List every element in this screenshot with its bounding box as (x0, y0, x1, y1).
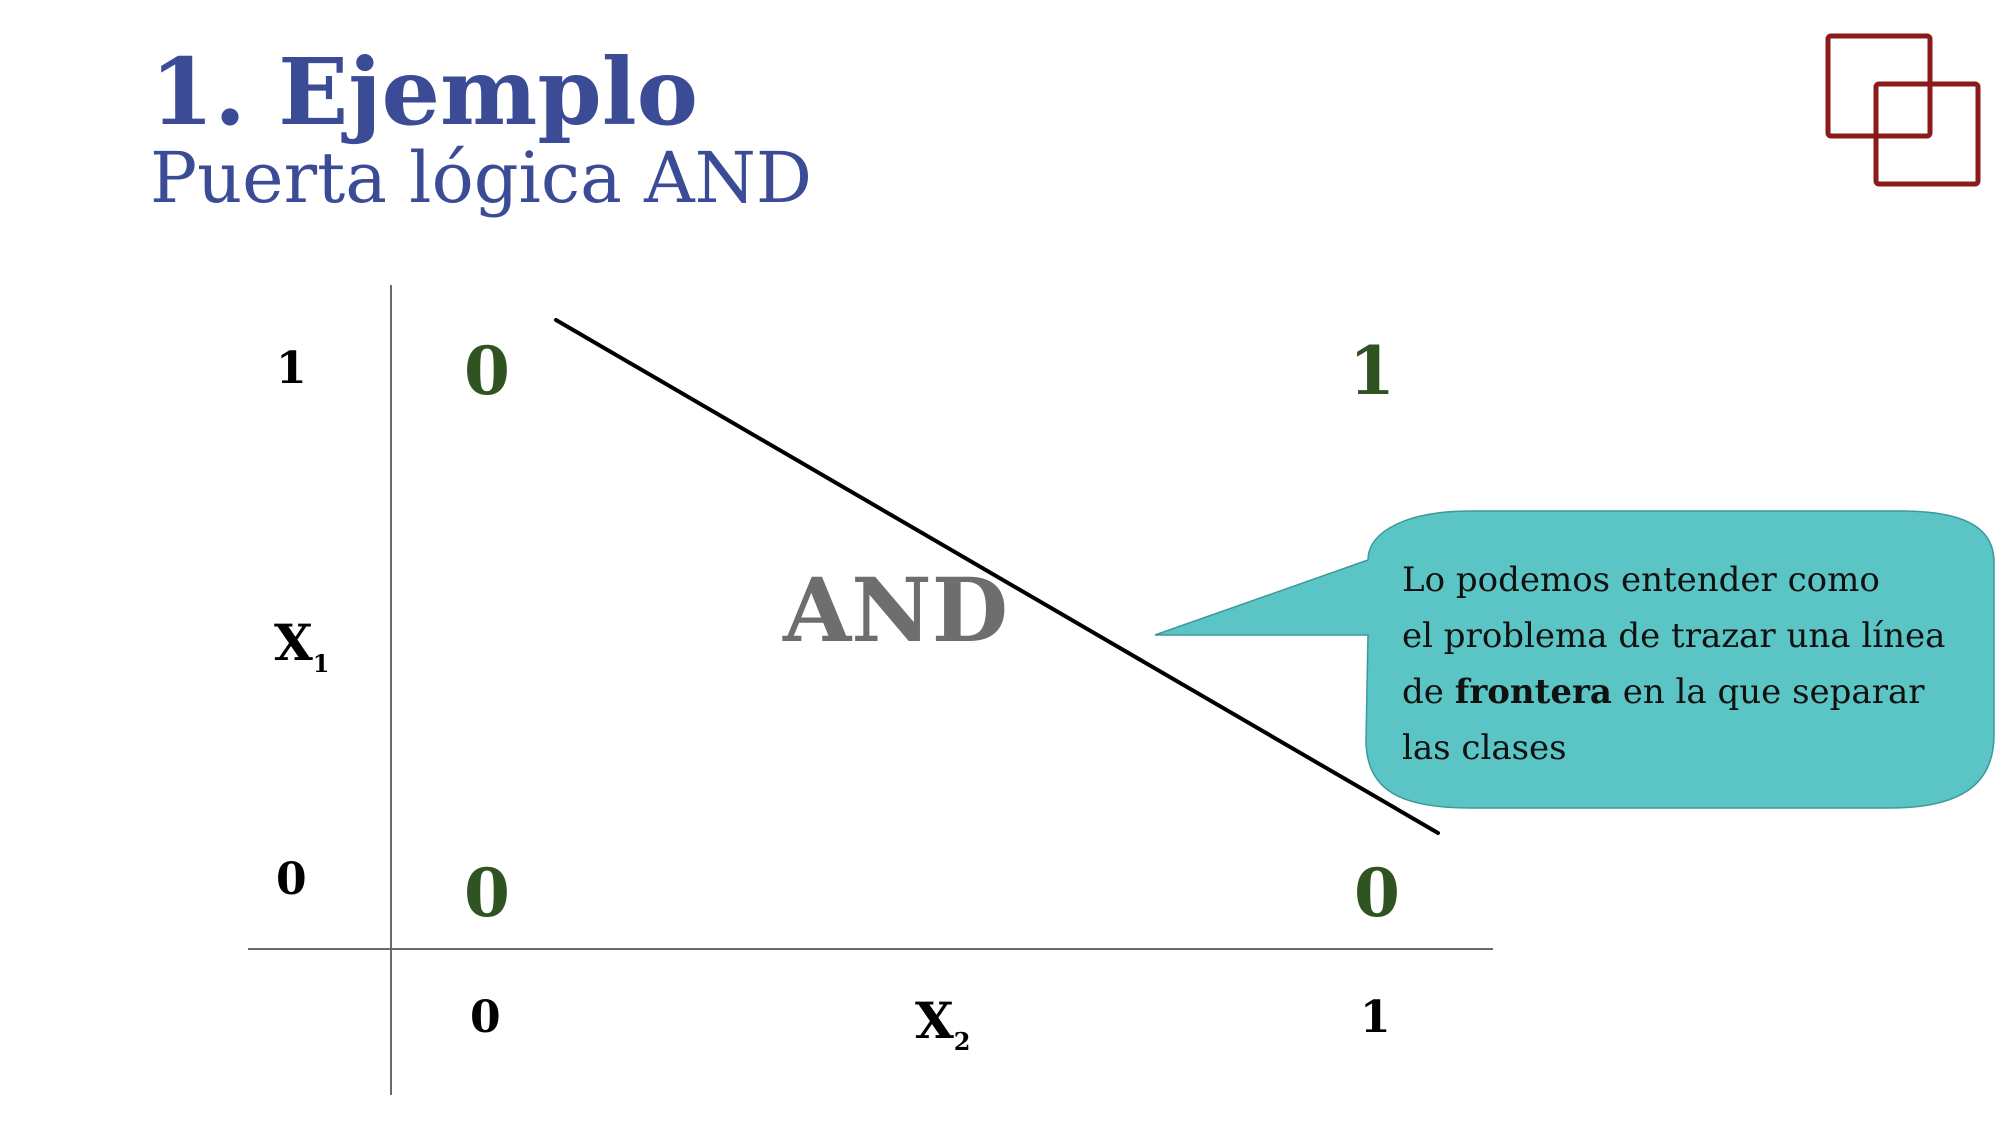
callout-bold-word: frontera (1454, 672, 1612, 712)
callout-text: Lo podemos entender como el problema de … (1402, 560, 1946, 768)
decision-boundary-line (554, 318, 1440, 835)
